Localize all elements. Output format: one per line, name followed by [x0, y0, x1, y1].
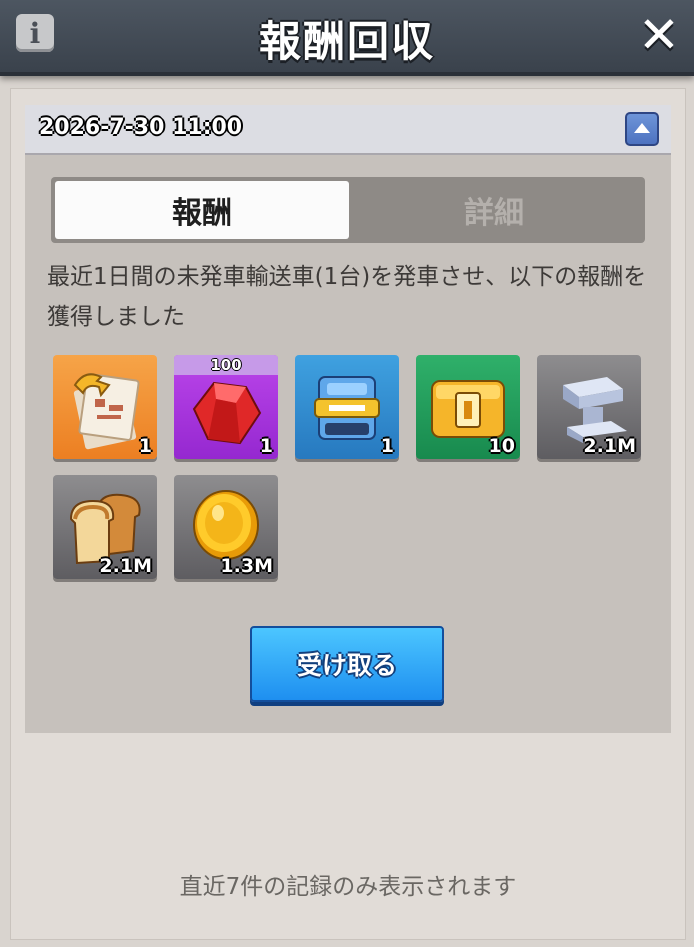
reward-quantity: 1 — [259, 435, 273, 457]
page-title: 報酬回収 — [258, 17, 435, 66]
record-header[interactable]: 2026-7-30 11:00 — [25, 105, 671, 155]
reward-item-gem[interactable]: 100 1 — [174, 355, 278, 459]
reward-item-blue-chest[interactable]: 1 — [295, 355, 399, 459]
main-panel: 2026-7-30 11:00 報酬 詳細 最近1日間の未発車輸送車(1台)を発… — [10, 88, 686, 940]
claim-button[interactable]: 受け取る — [250, 626, 444, 702]
collapse-arrow-icon[interactable] — [625, 112, 659, 146]
reward-item-blueprint[interactable]: 1 — [53, 355, 157, 459]
close-icon[interactable]: ✕ — [634, 10, 684, 60]
reward-quantity: 2.1M — [583, 435, 636, 457]
reward-quantity: 1.3M — [220, 555, 273, 577]
record-date: 2026-7-30 11:00 — [39, 115, 243, 140]
tab-bar: 報酬 詳細 — [51, 177, 645, 243]
reward-quantity: 2.1M — [99, 555, 152, 577]
reward-item-gold-chest[interactable]: 10 — [416, 355, 520, 459]
reward-quantity: 1 — [138, 435, 152, 457]
footer-note: 直近7件の記録のみ表示されます — [179, 874, 517, 900]
tab-details[interactable]: 詳細 — [347, 181, 641, 239]
header: i 報酬回収 ✕ — [0, 0, 694, 76]
reward-item-coin[interactable]: 1.3M — [174, 475, 278, 579]
reward-quantity: 10 — [488, 435, 515, 457]
reward-record: 2026-7-30 11:00 報酬 詳細 最近1日間の未発車輸送車(1台)を発… — [25, 105, 671, 733]
reward-badge: 100 — [174, 355, 278, 375]
reward-item-iron[interactable]: 2.1M — [537, 355, 641, 459]
reward-quantity: 1 — [380, 435, 394, 457]
tab-rewards[interactable]: 報酬 — [55, 181, 349, 239]
reward-description: 最近1日間の未発車輸送車(1台)を発車させ、以下の報酬を獲得しました — [47, 264, 647, 330]
reward-item-bread[interactable]: 2.1M — [53, 475, 157, 579]
